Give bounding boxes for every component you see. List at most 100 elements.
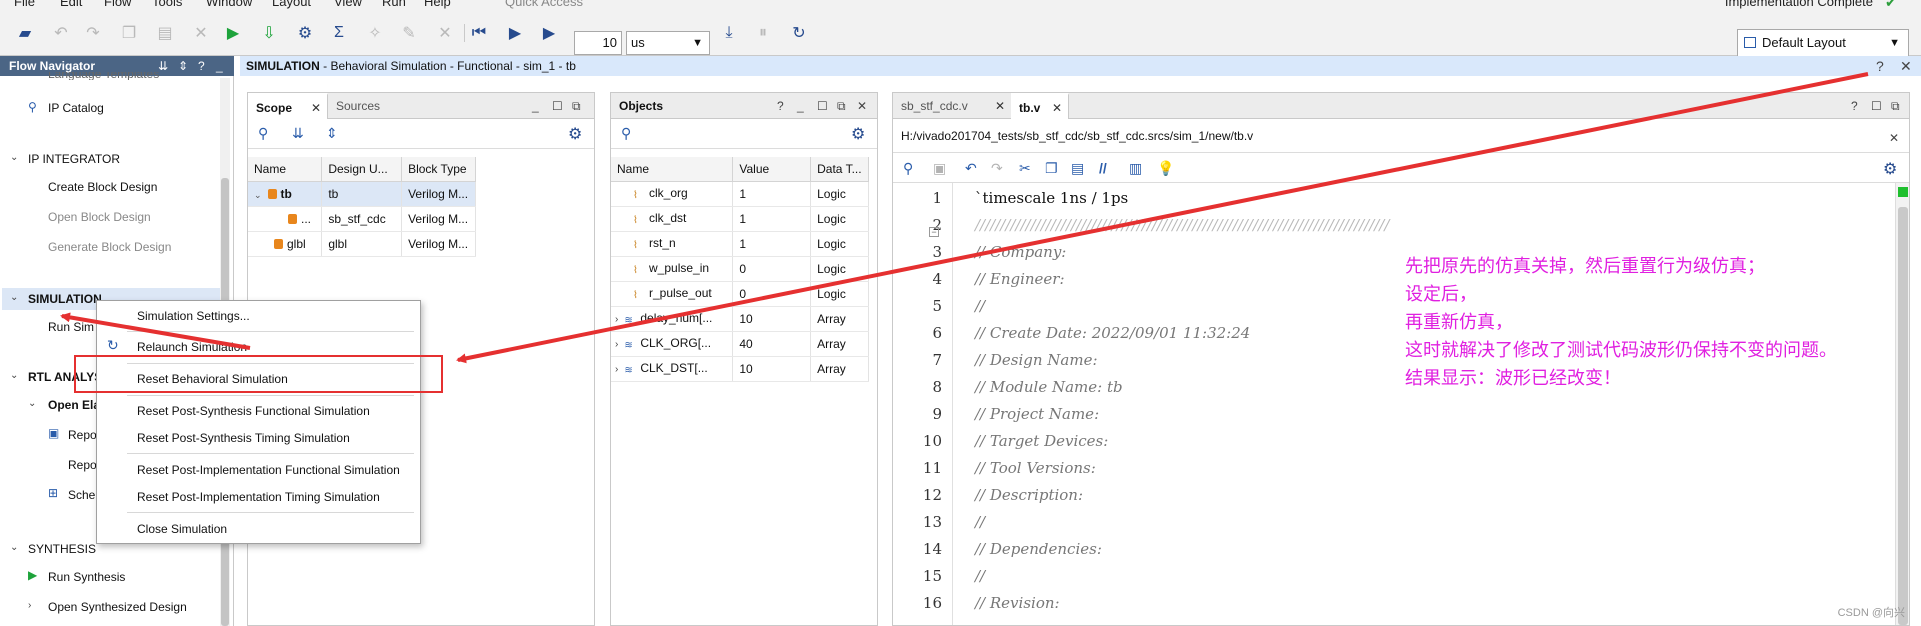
nav-open-elaborated[interactable]: Open Ela: [48, 398, 100, 412]
table-row[interactable]: ⌇ clk_dst 1 Logic: [611, 206, 869, 232]
nav-ip-catalog[interactable]: IP Catalog: [48, 101, 104, 115]
nav-run-simulation[interactable]: Run Sim: [48, 320, 94, 334]
nav-open-block-design[interactable]: Open Block Design: [48, 210, 151, 224]
menu-tools[interactable]: Tools: [152, 0, 182, 9]
nav-schematic[interactable]: Sche: [68, 488, 95, 502]
float-icon[interactable]: ⧉: [837, 99, 846, 114]
menu-item-relaunch-simulation[interactable]: Relaunch Simulation: [137, 340, 247, 354]
menu-run[interactable]: Run: [382, 0, 406, 9]
chevron-down-icon[interactable]: ⌄: [10, 152, 18, 163]
menu-item-reset-post-implementation-timing[interactable]: Reset Post-Implementation Timing Simulat…: [137, 490, 380, 504]
search-icon[interactable]: ⚲: [258, 125, 268, 142]
column-header-design-unit[interactable]: Design U...: [321, 157, 403, 182]
undo-icon[interactable]: ↶: [50, 22, 72, 44]
nav-language-templates[interactable]: Language Templates: [48, 72, 159, 80]
gear-icon[interactable]: ⚙: [568, 124, 582, 144]
minimize-icon[interactable]: _: [797, 99, 804, 113]
close-icon[interactable]: ✕: [1889, 131, 1899, 145]
nav-section-simulation[interactable]: SIMULATION: [28, 292, 102, 306]
table-row[interactable]: glbl glbl Verilog M...: [248, 231, 476, 257]
paste-icon[interactable]: ▤: [1071, 160, 1084, 177]
menu-flow[interactable]: Flow: [104, 0, 131, 9]
menu-layout[interactable]: Layout: [272, 0, 311, 9]
gear-icon[interactable]: ⚙: [1883, 159, 1897, 179]
close-icon[interactable]: ✕: [857, 99, 867, 113]
collapse-all-icon[interactable]: ⇊: [292, 125, 304, 142]
menu-window[interactable]: Window: [206, 0, 252, 9]
expand-all-icon[interactable]: ⇕: [326, 125, 338, 142]
program-icon[interactable]: ⇩: [258, 22, 280, 44]
nav-open-synthesized-design[interactable]: Open Synthesized Design: [48, 600, 187, 614]
help-icon[interactable]: ?: [777, 99, 784, 113]
help-icon[interactable]: ?: [1851, 99, 1858, 113]
menu-item-close-simulation[interactable]: Close Simulation: [137, 522, 227, 536]
step-icon[interactable]: ⤓: [718, 22, 740, 44]
cross-tool-icon[interactable]: ✕: [434, 22, 456, 44]
nav-generate-block-design[interactable]: Generate Block Design: [48, 240, 171, 254]
menu-help[interactable]: Help: [424, 0, 451, 9]
maximize-icon[interactable]: ☐: [817, 99, 828, 113]
run-icon[interactable]: ▶: [222, 22, 244, 44]
table-row[interactable]: ⌄ tb tb Verilog M...: [248, 181, 476, 207]
play-icon[interactable]: ▶: [504, 22, 526, 44]
close-icon[interactable]: ✕: [311, 95, 321, 121]
maximize-icon[interactable]: ☐: [1871, 99, 1882, 113]
menu-item-reset-post-synthesis-functional[interactable]: Reset Post-Synthesis Functional Simulati…: [137, 404, 370, 418]
close-icon[interactable]: ✕: [995, 93, 1005, 119]
table-row[interactable]: › ≋ CLK_DST[... 10 Array: [611, 356, 869, 382]
restart-icon[interactable]: ⏮: [468, 22, 490, 44]
float-icon[interactable]: ⧉: [1891, 99, 1900, 114]
fold-toggle-icon[interactable]: −: [929, 227, 939, 237]
menu-view[interactable]: View: [334, 0, 362, 9]
table-row[interactable]: ⌇ r_pulse_out 0 Logic: [611, 281, 869, 307]
chevron-down-icon[interactable]: ⌄: [10, 370, 18, 381]
tab-tb-v[interactable]: tb.v ✕: [1011, 93, 1069, 119]
paste-icon[interactable]: ▤: [154, 22, 176, 44]
chevron-down-icon[interactable]: ⌄: [10, 292, 18, 303]
redo-icon[interactable]: ↷: [991, 160, 1003, 177]
sigma-icon[interactable]: Σ: [328, 22, 350, 44]
search-icon[interactable]: ⚲: [621, 125, 631, 142]
minimize-icon[interactable]: _: [532, 99, 539, 113]
run-for-icon[interactable]: ▶: [538, 22, 560, 44]
collapse-all-icon[interactable]: ⇊: [158, 56, 168, 76]
settings-gear-icon[interactable]: ⚙: [294, 22, 316, 44]
scroll-thumb[interactable]: [1898, 207, 1908, 625]
tab-sb-stf-cdc[interactable]: sb_stf_cdc.v ✕: [893, 93, 1011, 119]
open-folder-icon[interactable]: ▰: [14, 22, 36, 44]
menu-item-reset-post-synthesis-timing[interactable]: Reset Post-Synthesis Timing Simulation: [137, 431, 350, 445]
tab-sources[interactable]: Sources: [328, 93, 402, 119]
chevron-right-icon[interactable]: ›: [615, 314, 618, 325]
minimize-icon[interactable]: _: [216, 56, 223, 76]
chevron-right-icon[interactable]: ›: [615, 339, 618, 350]
menu-edit[interactable]: Edit: [60, 0, 82, 9]
table-row[interactable]: ... sb_stf_cdc Verilog M...: [248, 206, 476, 232]
copy-icon[interactable]: ❐: [118, 22, 140, 44]
column-header-name[interactable]: Name: [248, 157, 323, 182]
cut-icon[interactable]: ✂: [1019, 160, 1031, 177]
help-icon[interactable]: ?: [198, 56, 205, 76]
nav-section-ip-integrator[interactable]: IP INTEGRATOR: [28, 152, 120, 166]
table-row[interactable]: › ≋ delay_num[... 10 Array: [611, 306, 869, 332]
table-row[interactable]: ⌇ w_pulse_in 0 Logic: [611, 256, 869, 282]
table-row[interactable]: ⌇ rst_n 1 Logic: [611, 231, 869, 257]
chevron-down-icon[interactable]: ⌄: [254, 190, 262, 200]
undo-icon[interactable]: ↶: [965, 160, 977, 177]
copy-icon[interactable]: ❐: [1045, 160, 1058, 177]
chevron-down-icon[interactable]: ⌄: [28, 398, 36, 409]
quick-access[interactable]: Quick Access: [505, 0, 583, 9]
close-icon[interactable]: ✕: [1052, 95, 1062, 121]
nav-section-synthesis[interactable]: SYNTHESIS: [28, 542, 96, 556]
tab-scope[interactable]: Scope ✕: [248, 93, 328, 119]
gear-icon[interactable]: ⚙: [851, 124, 865, 144]
column-header-value[interactable]: Value: [732, 157, 812, 182]
run-time-input[interactable]: 10: [574, 31, 622, 55]
nav-report-methodology[interactable]: Repo: [68, 428, 97, 442]
menu-file[interactable]: File: [14, 0, 35, 9]
table-row[interactable]: › ≋ CLK_ORG[... 40 Array: [611, 331, 869, 357]
menu-item-reset-post-implementation-functional[interactable]: Reset Post-Implementation Functional Sim…: [137, 463, 400, 477]
pause-icon[interactable]: ⏸: [752, 22, 774, 44]
nav-create-block-design[interactable]: Create Block Design: [48, 180, 157, 194]
close-icon[interactable]: ✕: [1900, 56, 1912, 76]
editor-scrollbar[interactable]: [1895, 183, 1909, 625]
